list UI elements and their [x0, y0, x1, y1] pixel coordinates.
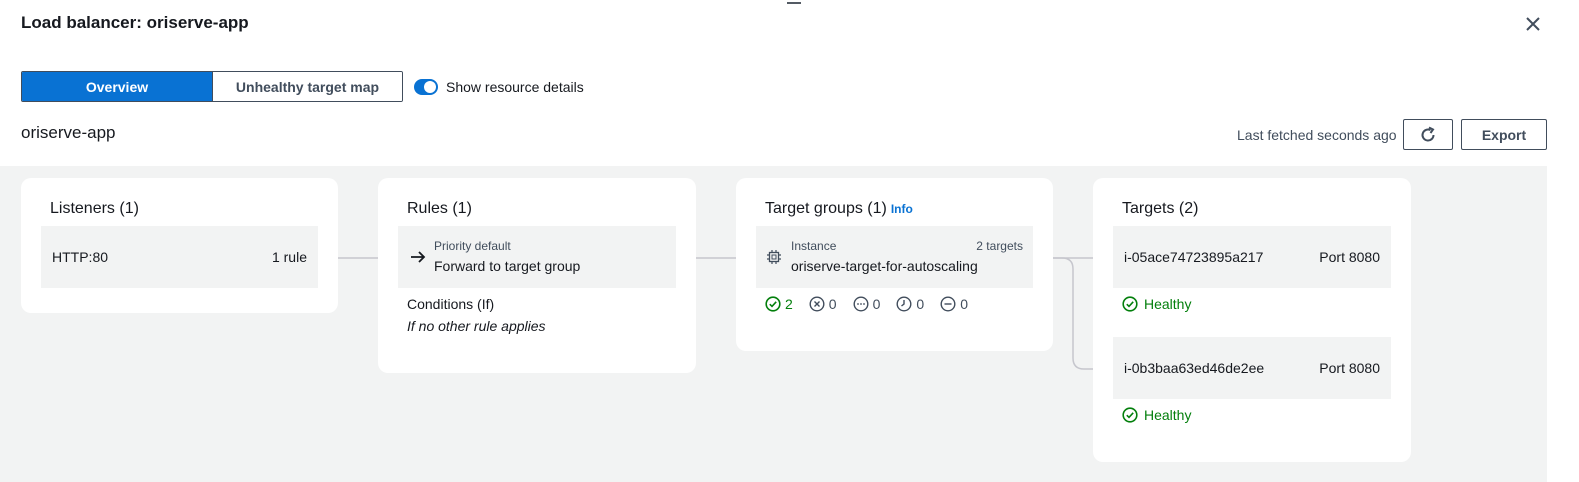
stat-initial-count: 0: [916, 296, 925, 312]
page-title: Load balancer: oriserve-app: [21, 13, 249, 32]
tab-unhealthy-target-map[interactable]: Unhealthy target map: [212, 72, 402, 101]
drag-handle-icon[interactable]: [787, 0, 801, 8]
refresh-button[interactable]: [1403, 119, 1453, 150]
listeners-card: Listeners (1) HTTP:80 1 rule: [21, 178, 338, 313]
tab-overview[interactable]: Overview: [22, 72, 212, 101]
clock-circle-icon: [896, 296, 912, 312]
export-button[interactable]: Export: [1461, 119, 1547, 150]
x-circle-icon: [809, 296, 825, 312]
target-groups-card: Target groups (1) Info Instance 2 targets…: [736, 178, 1053, 351]
target-row[interactable]: i-0b3baa63ed46de2ee Port 8080: [1113, 337, 1391, 399]
target-port: Port 8080: [1319, 249, 1380, 265]
targets-title: Targets (2): [1122, 200, 1199, 217]
listener-row[interactable]: HTTP:80 1 rule: [41, 226, 318, 288]
listeners-title: Listeners (1): [50, 200, 139, 217]
resource-map-canvas: Listeners (1) HTTP:80 1 rule Rules (1) P…: [0, 166, 1547, 482]
close-icon[interactable]: [1521, 12, 1545, 36]
conditions-title: Conditions (If): [407, 296, 495, 312]
dots-circle-icon: [853, 296, 869, 312]
show-resource-details-toggle[interactable]: [414, 79, 438, 95]
target-group-count: 2 targets: [976, 239, 1023, 253]
stat-unused-count: 0: [872, 296, 881, 312]
target-status-label: Healthy: [1144, 296, 1192, 312]
view-segmented-control: Overview Unhealthy target map: [21, 71, 403, 102]
resource-name: oriserve-app: [21, 123, 116, 142]
target-status: Healthy: [1122, 407, 1191, 423]
target-health-stats: 2 0 0 0 0: [765, 296, 968, 312]
listener-name: HTTP:80: [52, 249, 109, 265]
target-status-label: Healthy: [1144, 407, 1192, 423]
chip-icon: [767, 250, 781, 264]
listener-rule-count: 1 rule: [271, 249, 307, 265]
last-fetched-text: Last fetched seconds ago: [1237, 127, 1397, 143]
target-groups-title-wrap: Target groups (1) Info: [765, 200, 913, 218]
arrow-right-icon: [411, 251, 426, 263]
info-link[interactable]: Info: [891, 202, 913, 216]
check-circle-icon: [765, 296, 781, 312]
stat-draining-count: 0: [960, 296, 968, 312]
stat-healthy-count: 2: [785, 296, 793, 312]
minus-circle-icon: [940, 296, 956, 312]
target-port: Port 8080: [1319, 360, 1380, 376]
rules-card: Rules (1) Priority default Forward to ta…: [378, 178, 696, 373]
conditions-text: If no other rule applies: [407, 318, 546, 334]
rule-row[interactable]: Priority default Forward to target group: [398, 226, 676, 288]
target-groups-title: Target groups (1): [765, 200, 887, 217]
target-group-row[interactable]: Instance 2 targets oriserve-target-for-a…: [756, 226, 1033, 288]
stat-healthy: 2: [765, 296, 793, 312]
targets-card: Targets (2) i-05ace74723895a217 Port 808…: [1093, 178, 1411, 462]
stat-initial: 0: [896, 296, 924, 312]
target-id: i-0b3baa63ed46de2ee: [1124, 360, 1265, 376]
check-circle-icon: [1122, 296, 1138, 312]
refresh-icon: [1421, 126, 1435, 141]
rules-title: Rules (1): [407, 200, 472, 217]
toggle-label: Show resource details: [446, 79, 584, 95]
stat-draining: 0: [940, 296, 968, 312]
rule-priority: Priority default: [434, 239, 511, 253]
target-status: Healthy: [1122, 296, 1191, 312]
target-id: i-05ace74723895a217: [1124, 249, 1264, 265]
stat-unused: 0: [853, 296, 881, 312]
target-group-name: oriserve-target-for-autoscaling: [791, 258, 978, 274]
rule-action: Forward to target group: [434, 258, 581, 274]
check-circle-icon: [1122, 407, 1138, 423]
target-group-type: Instance: [791, 239, 837, 253]
stat-unhealthy: 0: [809, 296, 837, 312]
stat-unhealthy-count: 0: [828, 296, 837, 312]
target-row[interactable]: i-05ace74723895a217 Port 8080: [1113, 226, 1391, 288]
